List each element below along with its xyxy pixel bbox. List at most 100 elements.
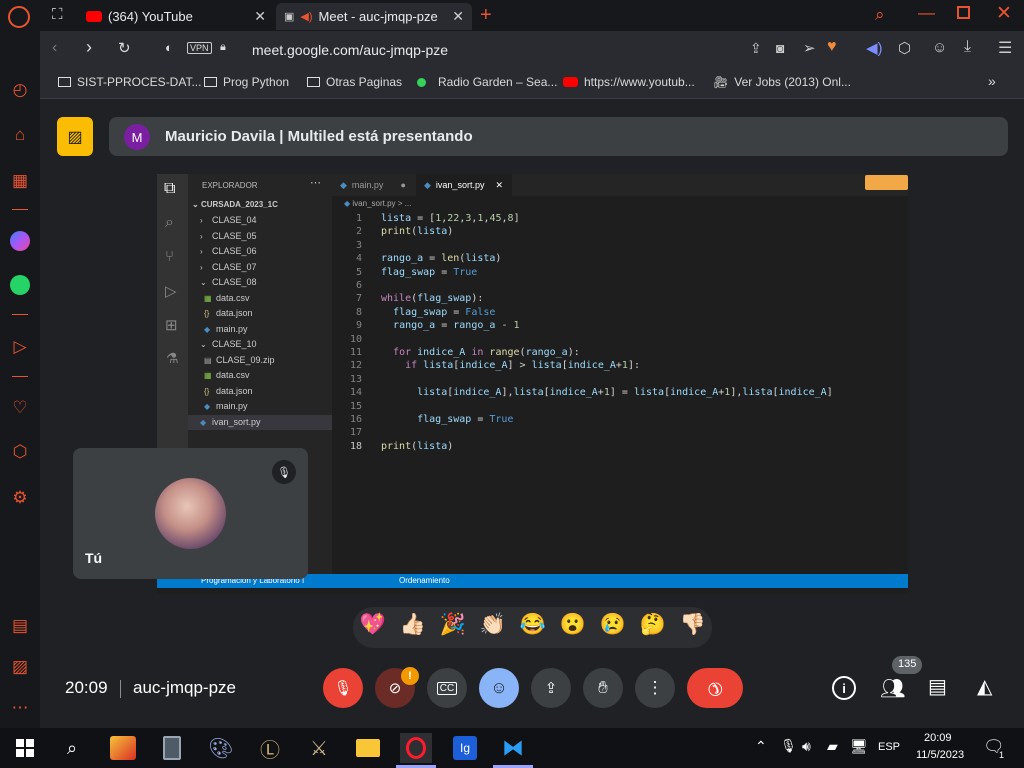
tree-folder[interactable]: › CLASE_07 bbox=[188, 260, 332, 275]
reaction-emoji[interactable]: 👍🏻 bbox=[398, 613, 428, 637]
close-tab-icon[interactable]: ✕ bbox=[452, 8, 464, 25]
reload-icon[interactable]: ↻ bbox=[118, 39, 131, 57]
security-icon[interactable]: ◐ bbox=[165, 40, 173, 55]
vpn-badge[interactable]: VPN bbox=[187, 42, 212, 54]
testing-icon[interactable]: ⚗ bbox=[166, 350, 179, 367]
explorer-more-icon[interactable]: ⋯ bbox=[310, 176, 321, 189]
speed-dial-icon[interactable]: ◴ bbox=[8, 78, 32, 102]
tree-folder[interactable]: ⌄ CLASE_10 bbox=[188, 337, 332, 352]
source-control-icon[interactable]: ⑂ bbox=[165, 248, 174, 265]
player-icon[interactable]: ▷ bbox=[8, 335, 32, 359]
tree-file[interactable]: ◆ main.py bbox=[188, 322, 332, 337]
more-options-button[interactable]: ⋮ bbox=[635, 668, 675, 708]
tree-folder[interactable]: ⌄ CLASE_08 bbox=[188, 275, 332, 290]
cube-icon[interactable]: ⬡ bbox=[898, 39, 911, 57]
reaction-emoji[interactable]: 😮 bbox=[558, 613, 588, 637]
restore-icon[interactable] bbox=[957, 6, 970, 19]
whatsapp-icon[interactable] bbox=[8, 273, 32, 297]
tray-chevron-icon[interactable]: ⌃ bbox=[755, 738, 767, 755]
game-app-icon[interactable] bbox=[107, 733, 139, 763]
profile-icon[interactable]: ☺ bbox=[932, 39, 947, 56]
captions-button[interactable]: CC bbox=[427, 668, 467, 708]
tree-folder[interactable]: › CLASE_06 bbox=[188, 244, 332, 259]
extensions-icon[interactable]: ⊞ bbox=[165, 316, 178, 334]
paint-icon[interactable]: 🎨︎ bbox=[205, 733, 237, 763]
download-icon[interactable]: ⤓ bbox=[964, 38, 971, 56]
back-icon[interactable]: ‹ bbox=[52, 39, 57, 57]
tree-file[interactable]: ◆ ivan_sort.py bbox=[188, 414, 332, 430]
settings-icon[interactable]: ⚙ bbox=[8, 486, 32, 510]
tree-file[interactable]: ▦ data.csv bbox=[188, 291, 332, 306]
clock-time[interactable]: 20:09 bbox=[924, 732, 952, 744]
new-tab-icon[interactable]: + bbox=[480, 4, 492, 27]
search-icon[interactable]: ⌕ bbox=[875, 5, 885, 25]
opera-taskbar-icon[interactable] bbox=[400, 733, 432, 763]
tabs-icon[interactable]: ▤ bbox=[8, 614, 32, 638]
opera-logo-icon[interactable] bbox=[8, 6, 30, 28]
bookmark-radio-garden[interactable]: Radio Garden – Sea... bbox=[417, 75, 557, 89]
gallery-icon[interactable]: ▨ bbox=[8, 655, 32, 679]
camera-icon[interactable]: ◙ bbox=[776, 40, 784, 56]
reaction-emoji[interactable]: 👏🏻 bbox=[478, 613, 508, 637]
run-debug-icon[interactable]: ▷ bbox=[165, 282, 177, 300]
folder-root[interactable]: ⌄ CURSADA_2023_1C bbox=[192, 200, 278, 209]
windows-start-icon[interactable] bbox=[9, 733, 41, 763]
heart-icon[interactable]: ♥ bbox=[827, 38, 837, 56]
share-icon[interactable]: ⇪ bbox=[750, 40, 762, 57]
present-button[interactable]: ⇪ bbox=[531, 668, 571, 708]
search-icon[interactable]: ⌕ bbox=[56, 733, 88, 763]
activities-icon[interactable]: ◭ bbox=[977, 674, 992, 699]
reaction-emoji[interactable]: 🎉 bbox=[438, 613, 468, 637]
stop-presentation-button[interactable]: ▨ bbox=[57, 117, 93, 156]
favorites-icon[interactable]: ♡ bbox=[8, 396, 32, 420]
signal-icon[interactable]: ▰ bbox=[827, 738, 838, 755]
file-explorer-icon[interactable] bbox=[352, 733, 384, 763]
tree-file[interactable]: ▤ CLASE_09.zip bbox=[188, 353, 332, 368]
raise-hand-button[interactable]: ✋︎ bbox=[583, 668, 623, 708]
close-window-icon[interactable]: ✕ bbox=[996, 2, 1012, 25]
cube-icon[interactable]: ⬡ bbox=[8, 440, 32, 464]
volume-icon[interactable]: 🔊︎ bbox=[802, 738, 811, 755]
send-icon[interactable]: ➢ bbox=[803, 39, 816, 57]
search-icon[interactable]: ⌕ bbox=[165, 214, 174, 232]
reaction-emoji[interactable]: 💖 bbox=[358, 613, 388, 637]
reaction-emoji[interactable]: 🤔 bbox=[638, 613, 668, 637]
url-field[interactable]: meet.google.com/auc-jmqp-pze bbox=[252, 42, 448, 58]
code-editor[interactable]: 1 lista = [1,22,3,1,45,8] 2 print(lista) 3 4 r… bbox=[332, 212, 908, 552]
tree-folder[interactable]: › CLASE_04 bbox=[188, 213, 332, 228]
minimize-icon[interactable]: — bbox=[918, 3, 935, 23]
meeting-info-button[interactable]: i bbox=[832, 676, 856, 700]
leave-call-button[interactable]: ✆ bbox=[687, 668, 743, 708]
bookmark-folder[interactable]: Prog Python bbox=[204, 75, 289, 89]
tree-file[interactable]: {} data.json bbox=[188, 384, 332, 399]
bookmark-youtube[interactable]: https://www.youtub... bbox=[563, 75, 695, 89]
language-indicator[interactable]: ESP bbox=[878, 741, 900, 753]
tab-meet[interactable]: ▣ ◀) Meet - auc-jmqp-pze ✕ bbox=[276, 3, 472, 30]
extensions-icon[interactable]: ▦ bbox=[8, 169, 32, 193]
bookmark-jobs[interactable]: 🎥︎ Ver Jobs (2013) Onl... bbox=[713, 75, 851, 89]
tool-app-icon[interactable]: ⚔ bbox=[303, 733, 335, 763]
more-bookmarks-icon[interactable]: » bbox=[988, 73, 996, 89]
vscode-taskbar-icon[interactable]: ⧓ bbox=[497, 733, 529, 763]
tree-file[interactable]: ▦ data.csv bbox=[188, 368, 332, 383]
workspace-icon[interactable]: ⌂ bbox=[8, 123, 32, 147]
reactions-button[interactable]: ☺ bbox=[479, 668, 519, 708]
messenger-icon[interactable] bbox=[8, 229, 32, 253]
mic-button[interactable]: 🎙︎ bbox=[323, 668, 363, 708]
calculator-icon[interactable] bbox=[156, 733, 188, 763]
tree-folder[interactable]: › CLASE_05 bbox=[188, 229, 332, 244]
forward-icon[interactable]: › bbox=[86, 37, 92, 58]
network-icon[interactable]: 🖥︎ bbox=[850, 738, 868, 755]
close-tab-icon[interactable]: ✕ bbox=[254, 8, 266, 25]
tree-file[interactable]: ◆ main.py bbox=[188, 399, 332, 414]
reaction-emoji[interactable]: 😢 bbox=[598, 613, 628, 637]
chat-icon[interactable]: ▤ bbox=[928, 674, 947, 699]
league-icon[interactable]: Ⓛ bbox=[254, 733, 286, 763]
tab-ivan-sort-py[interactable]: ◆ ivan_sort.py ✕ bbox=[416, 174, 512, 196]
ig-app-icon[interactable]: Ig bbox=[449, 733, 481, 763]
bookmark-folder[interactable]: Otras Paginas bbox=[307, 75, 402, 89]
tab-youtube[interactable]: (364) YouTube ✕ bbox=[78, 3, 274, 30]
tree-file[interactable]: {} data.json bbox=[188, 306, 332, 321]
reaction-emoji[interactable]: 👎🏻 bbox=[678, 613, 708, 637]
menu-icon[interactable]: ☰ bbox=[998, 38, 1012, 58]
